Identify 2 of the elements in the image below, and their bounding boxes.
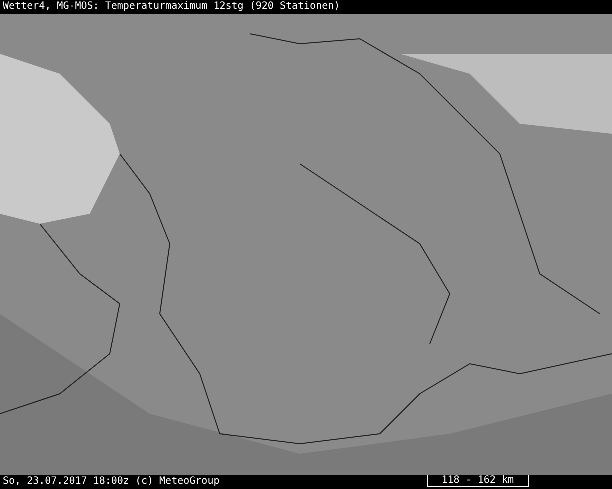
timestamp-text: So, 23.07.2017 18:00z (c) MeteoGroup xyxy=(3,475,220,489)
scale-bar: 118 - 162 km xyxy=(426,475,529,487)
